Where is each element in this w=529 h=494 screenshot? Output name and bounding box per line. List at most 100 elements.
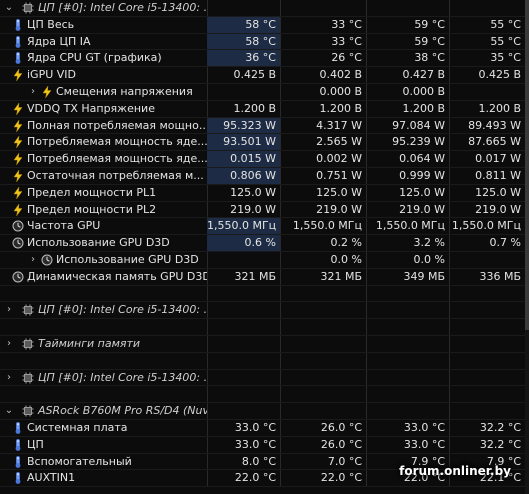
sensor-row[interactable]: Полная потребляемая мощно... 95.323 W 4.31… bbox=[0, 117, 529, 135]
current-value-cell bbox=[207, 252, 280, 268]
lightning-bolt-icon bbox=[41, 85, 53, 99]
sensor-name: Системная плата bbox=[27, 420, 128, 434]
minimum-value-cell: 33 °C bbox=[331, 17, 362, 31]
clock-icon bbox=[12, 237, 24, 249]
minimum-value-cell bbox=[280, 0, 366, 16]
maximum-value-cell: 33.0 °C bbox=[403, 437, 445, 451]
maximum-value-cell: 0.999 W bbox=[399, 168, 445, 182]
column-separator bbox=[280, 319, 281, 335]
minimum-value-cell: 2.565 W bbox=[316, 135, 362, 149]
average-value-cell: 87.665 W bbox=[468, 135, 521, 149]
chip-icon bbox=[22, 338, 34, 350]
minimum-value-cell: 1.200 В bbox=[319, 101, 362, 115]
thermometer-icon bbox=[12, 472, 24, 485]
average-value-cell bbox=[449, 336, 525, 352]
sensor-row[interactable]: Потребляемая мощность яде... 93.501 W 2.56… bbox=[0, 134, 529, 152]
column-separator bbox=[280, 386, 281, 403]
group-header-row[interactable]: › ЦП [#0]: Intel Core i5-13400: ... bbox=[0, 302, 529, 320]
sensor-row[interactable]: Ядра CPU GT (графика) 36 °C 26 °C 38 °C 35 °… bbox=[0, 50, 529, 68]
sensor-label-cell: › Смещения напряжения bbox=[0, 84, 207, 100]
column-separator bbox=[207, 352, 208, 369]
average-value-cell: 1.200 В bbox=[478, 101, 521, 115]
column-separator bbox=[449, 352, 450, 369]
sensor-row[interactable]: Потребляемая мощность яде... 0.015 W 0.002… bbox=[0, 151, 529, 168]
sensor-name: Остаточная потребляемая м... bbox=[27, 168, 204, 182]
current-value-cell: 93.501 W bbox=[207, 134, 280, 151]
sensor-name: Использование GPU D3D bbox=[27, 236, 170, 250]
collapse-chevron-icon[interactable]: ⌄ bbox=[4, 403, 14, 419]
average-value-cell: 0.7 % bbox=[489, 236, 521, 250]
expand-chevron-icon[interactable]: › bbox=[28, 84, 38, 100]
expand-chevron-icon[interactable]: › bbox=[4, 336, 14, 352]
sensor-label-cell: Ядра CPU GT (графика) bbox=[0, 50, 207, 66]
expand-chevron-icon[interactable]: › bbox=[28, 252, 38, 268]
current-value-cell: 1,550.0 МГц bbox=[207, 218, 280, 235]
column-separator bbox=[280, 352, 281, 369]
sensor-row[interactable]: › Использование GPU D3D 0.0 % 0.0 % bbox=[0, 251, 529, 269]
sensor-label-cell: Предел мощности PL2 bbox=[0, 202, 207, 218]
expand-chevron-icon[interactable]: › bbox=[4, 302, 14, 318]
sensor-name: ЦП bbox=[27, 437, 44, 451]
sensor-label-cell: Потребляемая мощность яде... bbox=[0, 134, 207, 150]
sensor-name: Частота GPU bbox=[27, 219, 101, 233]
clock-icon bbox=[12, 271, 24, 283]
minimum-value-cell: 4.317 W bbox=[316, 118, 362, 132]
maximum-value-cell bbox=[366, 0, 449, 16]
maximum-value-cell: 1.200 В bbox=[402, 101, 445, 115]
current-value-cell bbox=[207, 336, 280, 352]
sensor-row[interactable]: Частота GPU 1,550.0 МГц 1,550.0 МГц 1,550.0… bbox=[0, 218, 529, 236]
column-separator bbox=[449, 285, 450, 302]
sensor-label-cell: Частота GPU bbox=[0, 218, 207, 234]
average-value-cell: 0.017 W bbox=[475, 152, 521, 166]
lightning-bolt-icon bbox=[12, 152, 24, 166]
sensor-row[interactable]: Использование GPU D3D 0.6 % 0.2 % 3.2 % 0.7 … bbox=[0, 235, 529, 252]
maximum-value-cell bbox=[366, 403, 449, 419]
sensor-label-cell: ЦП Весь bbox=[0, 17, 207, 33]
sensor-row[interactable]: Остаточная потребляемая м... 0.806 W 0.751… bbox=[0, 167, 529, 185]
sensor-label-cell: Ядра ЦП IA bbox=[0, 34, 207, 50]
sensor-row[interactable]: › Смещения напряжения 0.000 В 0.000 В bbox=[0, 83, 529, 101]
thermometer-icon bbox=[12, 52, 24, 65]
chip-icon bbox=[22, 2, 34, 14]
current-value-cell: 125.0 W bbox=[230, 185, 276, 199]
lightning-bolt-icon bbox=[12, 169, 24, 183]
vertical-scrollbar[interactable] bbox=[525, 0, 529, 494]
spacer-row bbox=[0, 352, 529, 370]
sensor-label-cell: Системная плата bbox=[0, 420, 207, 436]
column-separator bbox=[366, 319, 367, 335]
average-value-cell bbox=[449, 84, 525, 100]
collapse-chevron-icon[interactable]: ⌄ bbox=[4, 0, 14, 16]
maximum-value-cell: 1,550.0 МГц bbox=[375, 219, 445, 233]
sensor-row[interactable]: iGPU VID 0.425 В 0.402 В 0.427 В 0.425 В bbox=[0, 67, 529, 84]
lightning-bolt-icon bbox=[12, 68, 24, 82]
lightning-bolt-icon bbox=[12, 185, 24, 199]
minimum-value-cell: 26.0 °C bbox=[320, 437, 362, 451]
sensor-row[interactable]: Предел мощности PL1 125.0 W 125.0 W 125.0 W… bbox=[0, 184, 529, 202]
group-header-row[interactable]: ⌄ ASRock B760M Pro RS/D4 (Nuv... bbox=[0, 403, 529, 420]
expand-chevron-icon[interactable]: › bbox=[4, 370, 14, 386]
minimum-value-cell: 0.402 В bbox=[319, 68, 362, 82]
column-separator bbox=[207, 386, 208, 403]
scrollbar-thumb[interactable] bbox=[525, 0, 529, 330]
group-header-row[interactable]: › Тайминги памяти bbox=[0, 335, 529, 353]
sensor-name: Ядра ЦП IA bbox=[27, 34, 91, 48]
average-value-cell: 0.811 W bbox=[475, 168, 521, 182]
group-header-row[interactable]: ⌄ ЦП [#0]: Intel Core i5-13400: ... bbox=[0, 0, 529, 17]
sensor-row[interactable]: Ядра ЦП IA 58 °C 33 °C 59 °C 55 °C bbox=[0, 33, 529, 51]
maximum-value-cell: 59 °C bbox=[414, 17, 445, 31]
sensor-row[interactable]: Системная плата 33.0 °C 26.0 °C 33.0 °C 32.2… bbox=[0, 419, 529, 437]
sensor-row[interactable]: ЦП 33.0 °C 26.0 °C 33.0 °C 32.2 °C bbox=[0, 436, 529, 454]
group-header-row[interactable]: › ЦП [#0]: Intel Core i5-13400: ... bbox=[0, 369, 529, 387]
sensor-row[interactable]: ЦП Весь 58 °C 33 °C 59 °C 55 °C bbox=[0, 16, 529, 34]
sensor-row[interactable]: Предел мощности PL2 219.0 W 219.0 W 219.0 W… bbox=[0, 201, 529, 219]
maximum-value-cell: 0.0 % bbox=[413, 252, 445, 266]
sensor-row[interactable]: VDDQ TX Напряжение 1.200 В 1.200 В 1.200 В 1… bbox=[0, 100, 529, 118]
current-value-cell: 8.0 °C bbox=[241, 454, 276, 468]
maximum-value-cell: 97.084 W bbox=[392, 118, 445, 132]
current-value-cell: 0.806 W bbox=[207, 167, 280, 184]
minimum-value-cell: 0.751 W bbox=[316, 168, 362, 182]
spacer-row bbox=[0, 386, 529, 404]
sensor-name: Предел мощности PL2 bbox=[27, 202, 157, 216]
minimum-value-cell: 22.0 °C bbox=[320, 471, 362, 485]
sensor-row[interactable]: Динамическая память GPU D3D 321 МБ 321 МБ 3… bbox=[0, 268, 529, 286]
